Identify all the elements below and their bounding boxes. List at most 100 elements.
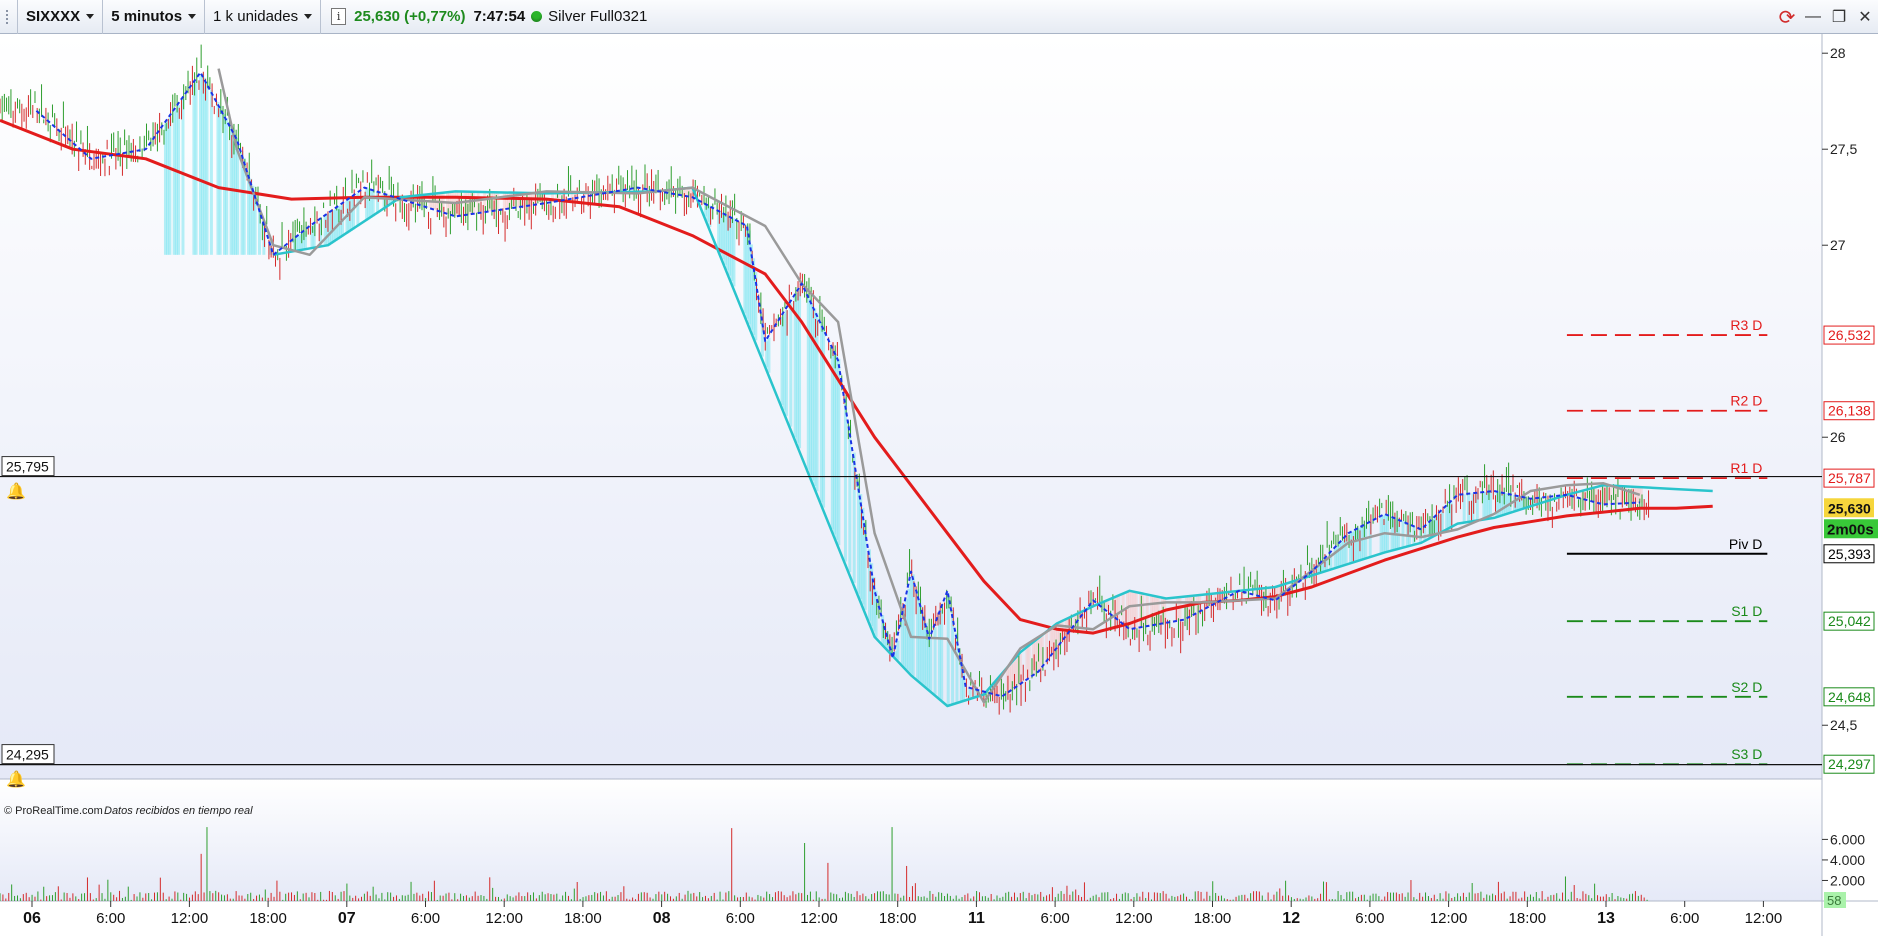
pivot-price-label: 24,297 <box>1828 756 1871 772</box>
time-tick-label: 18:00 <box>879 910 917 927</box>
grip-icon <box>5 9 12 24</box>
volume-tick-label: 2.000 <box>1830 872 1865 888</box>
pivot-label: R1 D <box>1730 460 1762 476</box>
countdown-label: 2m00s <box>1827 521 1874 538</box>
chevron-down-icon <box>304 14 313 19</box>
time-tick-label: 08 <box>653 910 671 927</box>
price-scale[interactable]: 28 27,5 27 26 24,5 26,532 26,138 25,787 25,393 25… <box>1822 45 1878 774</box>
time-tick-label: 13 <box>1597 910 1615 927</box>
alert-value: 25,795 <box>6 459 49 475</box>
time-tick-label: 18:00 <box>1509 910 1547 927</box>
pivot-label: R3 D <box>1730 317 1762 333</box>
time-tick-label: 6:00 <box>411 910 440 927</box>
pivot-price-label: 25,393 <box>1828 546 1871 562</box>
current-price-label: 25,630 <box>1828 500 1871 516</box>
symbol-selector[interactable]: SIXXXX <box>18 0 104 34</box>
time-tick-label: 18:00 <box>564 910 602 927</box>
cloud-segment <box>168 117 172 255</box>
time-tick-label: 12:00 <box>800 910 838 927</box>
cloud-segment <box>837 358 841 546</box>
time-tick-label: 6:00 <box>1355 910 1384 927</box>
cloud-segment <box>371 189 375 217</box>
time-tick-label: 12 <box>1282 910 1300 927</box>
volume-panel-background <box>0 779 1822 901</box>
time-tick-label: 6:00 <box>96 910 125 927</box>
timeframe-selector[interactable]: 5 minutos <box>103 0 206 34</box>
volume-tick-label: 4.000 <box>1830 852 1865 868</box>
timeframe-label: 5 minutos <box>111 8 183 25</box>
time-tick-label: 12:00 <box>1430 910 1468 927</box>
cloud-segment <box>1178 597 1182 621</box>
pivot-label: S3 D <box>1731 746 1762 762</box>
time-tick-label: 6:00 <box>1670 910 1699 927</box>
cloud-segment <box>896 640 900 660</box>
info-icon[interactable]: i <box>331 8 347 25</box>
refresh-icon[interactable]: ⟳ <box>1774 0 1800 34</box>
symbol-label: SIXXXX <box>26 8 81 25</box>
time-tick-label: 12:00 <box>1745 910 1783 927</box>
chevron-down-icon <box>86 14 95 19</box>
pivot-price-label: 26,532 <box>1828 327 1871 343</box>
copyright-text: © ProRealTime.com <box>4 805 103 817</box>
pivot-label: S1 D <box>1731 603 1762 619</box>
alert-bell-icon: 🔔 <box>6 483 26 501</box>
price-tick-label: 27,5 <box>1830 141 1857 157</box>
pivot-label: Piv D <box>1729 536 1762 552</box>
price-tick-label: 26 <box>1830 429 1846 445</box>
cloud-segment <box>843 397 847 562</box>
chevron-down-icon <box>188 14 197 19</box>
pivot-label: R2 D <box>1730 393 1762 409</box>
pivot-label: S2 D <box>1731 679 1762 695</box>
alert-bell-icon: 🔔 <box>6 771 26 789</box>
pivot-price-label: 25,042 <box>1828 613 1871 629</box>
units-selector[interactable]: 1 k unidades <box>205 0 322 34</box>
price-chart[interactable]: R3 D R2 D R1 D Piv D S1 D S2 D S3 D 25,795 🔔 24,… <box>0 34 1878 936</box>
minimize-icon[interactable]: — <box>1800 0 1826 34</box>
time-tick-label: 18:00 <box>1194 910 1232 927</box>
cloud-segment <box>946 592 950 706</box>
close-icon[interactable]: ✕ <box>1852 0 1878 34</box>
volume-tick-label: 6.000 <box>1830 831 1865 847</box>
time-axis[interactable]: 06 6:00 12:00 18:00 07 6:00 12:00 18:00 08 6:00 12… <box>23 901 1782 927</box>
platform-window: SIXXXX 5 minutos 1 k unidades i 25,630 (… <box>0 0 1878 936</box>
cloud-segment <box>789 303 793 427</box>
volume-scale: 6.000 4.000 2.000 58 <box>1822 831 1865 908</box>
time-tick-label: 11 <box>968 910 985 927</box>
pivot-price-label: 26,138 <box>1828 403 1871 419</box>
time-tick-label: 6:00 <box>1040 910 1069 927</box>
chart-toolbar: SIXXXX 5 minutos 1 k unidades i 25,630 (… <box>0 0 1878 34</box>
cloud-segment <box>218 106 222 255</box>
restore-icon[interactable]: ❐ <box>1826 0 1852 34</box>
window-controls: ⟳ — ❐ ✕ <box>1774 0 1878 34</box>
cloud-segment <box>767 337 771 373</box>
alert-value: 24,295 <box>6 747 49 763</box>
time-tick-label: 12:00 <box>1115 910 1153 927</box>
time-tick-label: 12:00 <box>485 910 523 927</box>
volume-last-label: 58 <box>1827 893 1841 908</box>
cloud-segment <box>194 80 198 255</box>
price-tick-label: 24,5 <box>1830 717 1857 733</box>
pivot-price-label: 24,648 <box>1828 689 1871 705</box>
drag-handle[interactable] <box>0 0 18 34</box>
realtime-note: Datos recibidos en tiempo real <box>104 805 253 817</box>
time-tick-label: 18:00 <box>249 910 287 927</box>
last-price-change: 25,630 (+0,77%) <box>354 8 466 25</box>
cloud-segment <box>798 289 802 449</box>
time-tick-label: 6:00 <box>726 910 755 927</box>
cloud-segment <box>732 218 736 287</box>
pivot-price-label: 25,787 <box>1828 470 1871 486</box>
cloud-segment <box>181 99 185 255</box>
cloud-segment <box>205 81 209 255</box>
last-update-time: 7:47:54 <box>473 8 526 25</box>
cloud-segment <box>209 89 213 255</box>
cloud-segment <box>848 424 852 573</box>
time-tick-label: 06 <box>23 910 41 927</box>
units-label: 1 k unidades <box>213 8 299 25</box>
cloud-segment <box>177 105 181 255</box>
cloud-segment <box>225 118 229 255</box>
data-feed-name: Silver Full0321 <box>548 8 648 25</box>
time-tick-label: 07 <box>338 910 356 927</box>
connection-status-icon <box>531 11 543 22</box>
time-tick-label: 12:00 <box>171 910 209 927</box>
price-tick-label: 27 <box>1830 237 1846 253</box>
